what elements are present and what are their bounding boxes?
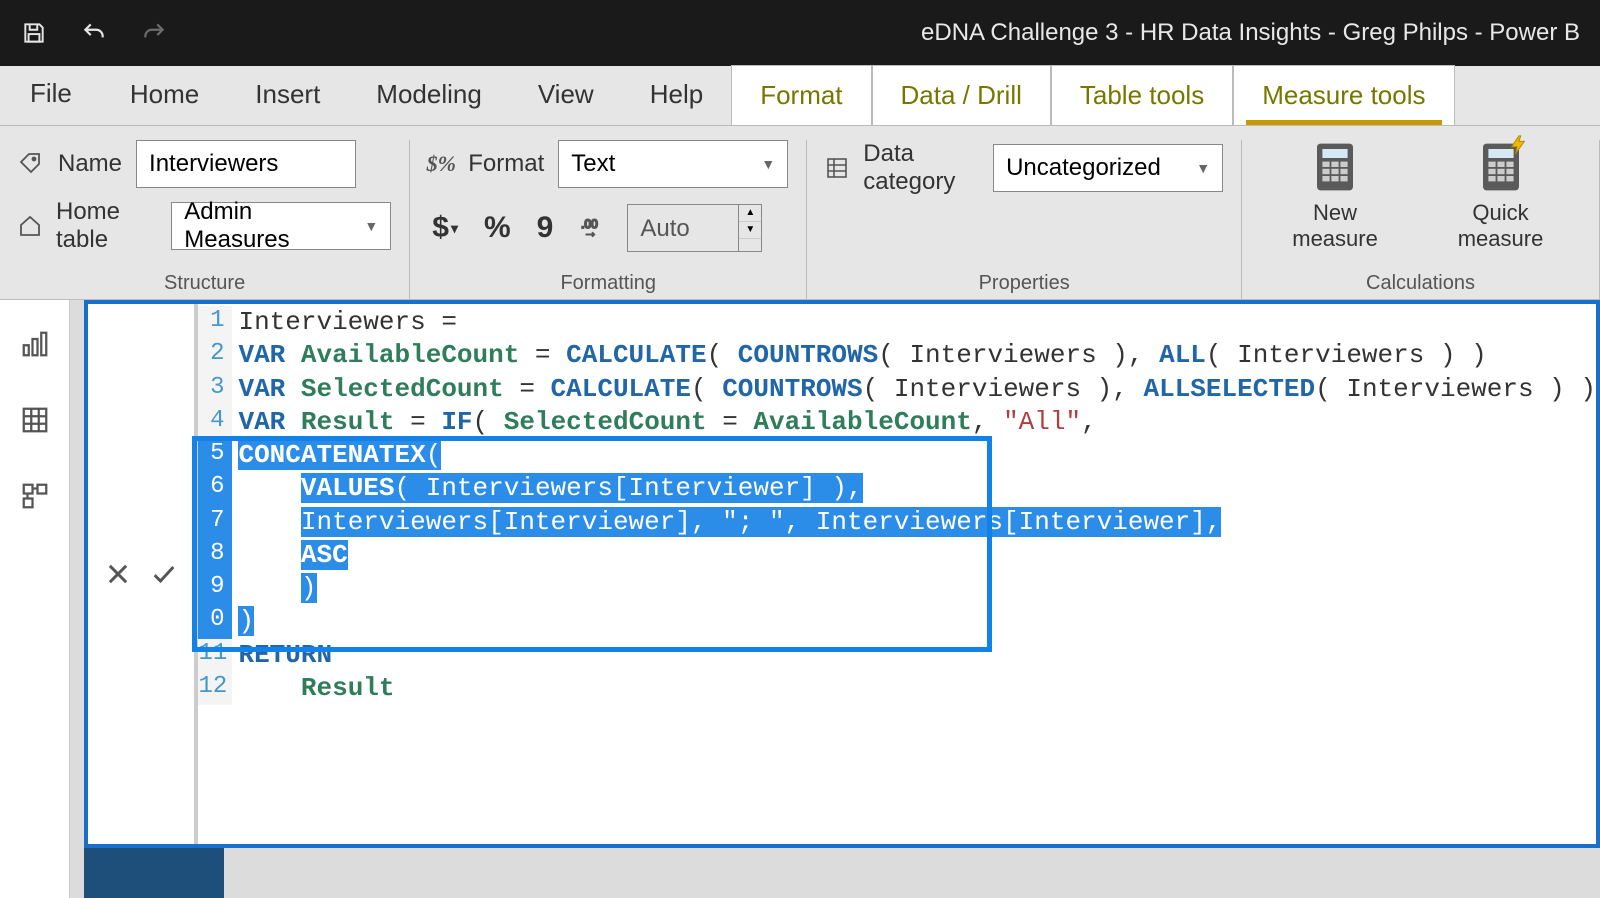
group-label-properties: Properties (825, 266, 1223, 299)
spinner-down-icon[interactable]: ▼ (739, 222, 761, 239)
percent-format-button[interactable]: % (480, 209, 515, 247)
save-icon[interactable] (20, 19, 48, 47)
group-label-formatting: Formatting (428, 266, 788, 299)
ribbon-group-formatting: $% Format Text ▼ $▾ % 9 .00 Auto ▲ (410, 140, 807, 299)
redo-icon[interactable] (140, 19, 168, 47)
ribbon-group-calculations: New measure Quick measure Calculations (1242, 140, 1600, 299)
thousands-separator-button[interactable]: 9 (533, 209, 558, 247)
undo-icon[interactable] (80, 19, 108, 47)
code-line: 11RETURN (198, 639, 1596, 672)
group-label-calculations: Calculations (1260, 266, 1581, 299)
decimal-icon[interactable]: .00 (575, 213, 609, 243)
format-label: Format (468, 150, 544, 178)
tab-data-drill[interactable]: Data / Drill (872, 65, 1051, 125)
group-label-structure: Structure (18, 266, 391, 299)
dax-editor[interactable]: 1Interviewers = 2VAR AvailableCount = CA… (198, 304, 1596, 844)
cancel-formula-icon[interactable] (104, 560, 132, 588)
ribbon-group-properties: Data category Uncategorized ▼ Properties (807, 140, 1242, 299)
code-line: 1Interviewers = (198, 306, 1596, 339)
view-switcher (0, 300, 70, 898)
chevron-down-icon: ▼ (364, 218, 378, 234)
tab-help[interactable]: Help (622, 65, 731, 125)
model-view-icon[interactable] (17, 478, 53, 514)
code-line: 6 VALUES( Interviewers[Interviewer] ), (198, 472, 1596, 505)
calculator-icon (1313, 140, 1357, 194)
title-bar: eDNA Challenge 3 - HR Data Insights - Gr… (0, 0, 1600, 66)
spinner-up-icon[interactable]: ▲ (739, 205, 761, 222)
code-line: 8 ASC (198, 539, 1596, 572)
data-category-select[interactable]: Uncategorized ▼ (993, 144, 1223, 192)
data-category-label: Data category (863, 140, 979, 196)
tab-view[interactable]: View (510, 65, 622, 125)
code-line: 2VAR AvailableCount = CALCULATE( COUNTRO… (198, 339, 1596, 372)
chevron-down-icon: ▼ (1196, 160, 1210, 176)
category-icon (825, 155, 849, 181)
code-line: 7 Interviewers[Interviewer], "; ", Inter… (198, 506, 1596, 539)
ribbon-group-structure: Name Interviewers Home table Admin Measu… (0, 140, 410, 299)
decimals-input[interactable]: Auto (628, 205, 738, 253)
home-table-select[interactable]: Admin Measures ▼ (171, 202, 391, 250)
code-line: 4VAR Result = IF( SelectedCount = Availa… (198, 406, 1596, 439)
code-line: 12 Result (198, 672, 1596, 705)
format-icon: $% (428, 151, 454, 177)
name-label: Name (58, 150, 122, 178)
format-select[interactable]: Text ▼ (558, 140, 788, 188)
home-icon (18, 213, 42, 239)
quick-calculator-icon (1479, 140, 1523, 194)
report-canvas: (Blank) were negativ The Worki Int (70, 300, 1600, 898)
tab-modeling[interactable]: Modeling (348, 65, 510, 125)
data-view-icon[interactable] (17, 402, 53, 438)
tab-insert[interactable]: Insert (227, 65, 348, 125)
ribbon-content: Name Interviewers Home table Admin Measu… (0, 126, 1600, 300)
chevron-down-icon: ▼ (761, 156, 775, 172)
code-line: 3VAR SelectedCount = CALCULATE( COUNTROW… (198, 373, 1596, 406)
tab-home[interactable]: Home (102, 65, 227, 125)
commit-formula-icon[interactable] (150, 560, 178, 588)
report-view-icon[interactable] (17, 326, 53, 362)
file-tab[interactable]: File (0, 62, 102, 125)
ribbon-tabs: File HomeInsertModelingViewHelpFormatDat… (0, 66, 1600, 126)
code-line: 9 ) (198, 572, 1596, 605)
code-line: 0) (198, 605, 1596, 638)
measure-name-input[interactable]: Interviewers (136, 140, 356, 188)
formula-bar: 1Interviewers = 2VAR AvailableCount = CA… (84, 300, 1600, 848)
svg-text:.00: .00 (582, 217, 599, 231)
tab-measure-tools[interactable]: Measure tools (1233, 65, 1454, 125)
tab-format[interactable]: Format (731, 65, 871, 125)
tab-table-tools[interactable]: Table tools (1051, 65, 1233, 125)
code-line: 5CONCATENATEX( (198, 439, 1596, 472)
new-measure-button[interactable]: New measure (1260, 140, 1410, 253)
home-table-label: Home table (56, 198, 157, 254)
currency-format-button[interactable]: $▾ (428, 209, 462, 247)
window-title: eDNA Challenge 3 - HR Data Insights - Gr… (168, 19, 1580, 47)
tag-icon (18, 151, 44, 177)
quick-measure-button[interactable]: Quick measure (1420, 140, 1581, 253)
